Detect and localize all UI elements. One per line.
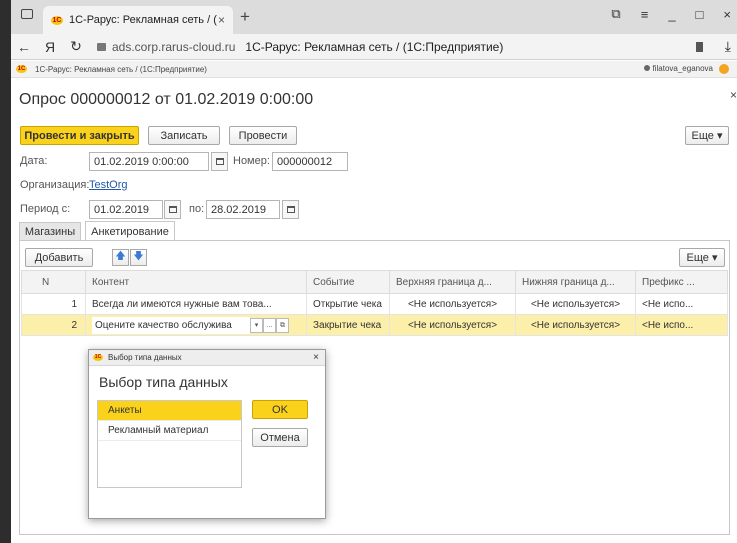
- close-dialog-icon[interactable]: ×: [313, 352, 319, 363]
- back-button[interactable]: ←: [11, 39, 37, 55]
- dropdown-icon[interactable]: ▾: [250, 317, 263, 333]
- period-to-field[interactable]: 28.02.2019: [206, 200, 280, 219]
- row-content[interactable]: Оцените качество обслужива: [92, 316, 250, 334]
- browser-tab[interactable]: 1С 1С-Рарус: Рекламная сеть / ( ×: [43, 6, 233, 34]
- collections-icon[interactable]: ⧉: [611, 6, 620, 22]
- app-breadcrumb: 1С-Рарус: Рекламная сеть / (1С:Предприят…: [35, 64, 207, 74]
- download-icon[interactable]: ⤓: [725, 38, 731, 55]
- tab-shops[interactable]: Магазины: [19, 222, 81, 242]
- post-button[interactable]: Провести: [229, 126, 297, 145]
- list-item-ad-material[interactable]: Рекламный материал: [98, 421, 241, 441]
- user-icon: [643, 65, 650, 72]
- user-menu[interactable]: filatova_eganova: [643, 64, 729, 74]
- calendar-button[interactable]: [211, 152, 228, 171]
- post-and-close-button[interactable]: Провести и закрыть: [20, 126, 139, 145]
- browser-window: 1С 1С-Рарус: Рекламная сеть / ( × + ⧉ ≡ …: [11, 0, 737, 543]
- column-header-event[interactable]: Событие: [306, 270, 390, 294]
- close-window-button[interactable]: ×: [723, 7, 731, 22]
- user-name: filatova_eganova: [652, 64, 714, 74]
- number-field[interactable]: 000000012: [272, 152, 348, 171]
- row-event[interactable]: Открытие чека: [306, 293, 390, 315]
- period-from-label: Период с:: [20, 203, 71, 215]
- list-item-surveys[interactable]: Анкеты: [98, 401, 241, 421]
- date-field[interactable]: 01.02.2019 0:00:00: [89, 152, 209, 171]
- table-header-row: N Контент Событие Верхняя граница д... Н…: [21, 270, 728, 294]
- add-button[interactable]: Добавить: [25, 248, 93, 267]
- calendar-icon: [286, 206, 295, 213]
- address-bar: ← Я ↻ ads.corp.rarus-cloud.ru 1С-Рарус: …: [11, 34, 737, 60]
- period-from-field[interactable]: 01.02.2019: [89, 200, 163, 219]
- organization-label: Организация:: [20, 179, 90, 191]
- reload-button[interactable]: ↻: [63, 38, 89, 55]
- date-label: Дата:: [20, 155, 48, 167]
- row-prefix[interactable]: <Не испо...: [635, 314, 728, 336]
- dialog-header[interactable]: 1С Выбор типа данных ×: [89, 350, 325, 366]
- column-header-content[interactable]: Контент: [85, 270, 307, 294]
- open-icon[interactable]: ⧉: [276, 317, 289, 333]
- organization-link[interactable]: TestOrg: [89, 179, 128, 191]
- minimize-button[interactable]: _: [668, 7, 675, 22]
- new-tab-button[interactable]: +: [240, 7, 250, 27]
- move-down-icon[interactable]: 🡇: [130, 249, 147, 266]
- 1c-logo-icon: 1С: [93, 354, 103, 361]
- form-title: Опрос 000000012 от 01.02.2019 0:00:00: [19, 91, 314, 108]
- column-header-upper-bound[interactable]: Верхняя граница д...: [389, 270, 516, 294]
- row-lower-bound[interactable]: <Не используется>: [515, 293, 636, 315]
- save-button[interactable]: Записать: [148, 126, 220, 145]
- table-row-selected[interactable]: 2 Оцените качество обслужива ▾... ⧉ Закрыт…: [21, 314, 728, 336]
- data-type-list[interactable]: Анкеты Рекламный материал: [97, 400, 242, 488]
- period-to-label: по:: [189, 203, 205, 215]
- 1c-logo-icon: 1С: [16, 65, 27, 73]
- tab-list-icon[interactable]: [21, 9, 33, 19]
- lock-icon: [97, 42, 106, 51]
- menu-icon[interactable]: ≡: [641, 7, 649, 22]
- row-number: 1: [21, 293, 86, 315]
- move-up-icon[interactable]: 🡅: [112, 249, 129, 266]
- calendar-icon: [215, 158, 224, 165]
- browser-tabbar: 1С 1С-Рарус: Рекламная сеть / ( × + ⧉ ≡ …: [11, 0, 737, 34]
- ok-button[interactable]: OK: [252, 400, 308, 419]
- window-controls: ⧉ ≡ _ □ ×: [611, 0, 737, 28]
- number-label: Номер:: [233, 155, 270, 167]
- period-from-calendar-button[interactable]: [164, 200, 181, 219]
- row-upper-bound[interactable]: <Не используется>: [389, 314, 516, 336]
- column-header-prefix[interactable]: Префикс ...: [635, 270, 728, 294]
- column-header-lower-bound[interactable]: Нижняя граница д...: [515, 270, 636, 294]
- column-header-n[interactable]: N: [21, 270, 86, 294]
- dialog-title: Выбор типа данных: [99, 374, 228, 390]
- url-page-title[interactable]: 1С-Рарус: Рекламная сеть / (1С:Предприят…: [245, 40, 503, 54]
- row-lower-bound[interactable]: <Не используется>: [515, 314, 636, 336]
- close-tab-icon[interactable]: ×: [218, 13, 225, 27]
- tab-survey[interactable]: Анкетирование: [85, 221, 175, 242]
- row-content-editor[interactable]: Оцените качество обслужива ▾... ⧉: [85, 314, 307, 336]
- select-ellipsis-icon[interactable]: ...: [263, 317, 276, 333]
- close-form-icon[interactable]: ×: [730, 88, 737, 102]
- more-button[interactable]: Еще ▾: [685, 126, 729, 145]
- period-to-calendar-button[interactable]: [282, 200, 299, 219]
- bookmark-icon[interactable]: [695, 41, 703, 52]
- 1c-logo-icon: 1С: [51, 15, 63, 25]
- data-type-dialog: 1С Выбор типа данных × Выбор типа данных…: [88, 349, 326, 519]
- row-content[interactable]: Всегда ли имеются нужные вам това...: [85, 293, 307, 315]
- dialog-header-title: Выбор типа данных: [108, 353, 182, 362]
- url-domain[interactable]: ads.corp.rarus-cloud.ru: [112, 40, 235, 54]
- maximize-button[interactable]: □: [696, 7, 704, 22]
- browser-tab-title: 1С-Рарус: Рекламная сеть / (: [69, 14, 217, 26]
- calendar-icon: [168, 206, 177, 213]
- app-header: 1С 1С-Рарус: Рекламная сеть / (1С:Предпр…: [11, 61, 737, 78]
- row-event[interactable]: Закрытие чека: [306, 314, 390, 336]
- notification-icon[interactable]: [719, 64, 729, 74]
- table-more-button[interactable]: Еще ▾: [679, 248, 725, 267]
- row-upper-bound[interactable]: <Не используется>: [389, 293, 516, 315]
- row-prefix[interactable]: <Не испо...: [635, 293, 728, 315]
- table-row[interactable]: 1 Всегда ли имеются нужные вам това... О…: [21, 293, 728, 315]
- yandex-button[interactable]: Я: [37, 39, 63, 55]
- cancel-button[interactable]: Отмена: [252, 428, 308, 447]
- row-number: 2: [21, 314, 86, 336]
- survey-table: N Контент Событие Верхняя граница д... Н…: [21, 270, 728, 336]
